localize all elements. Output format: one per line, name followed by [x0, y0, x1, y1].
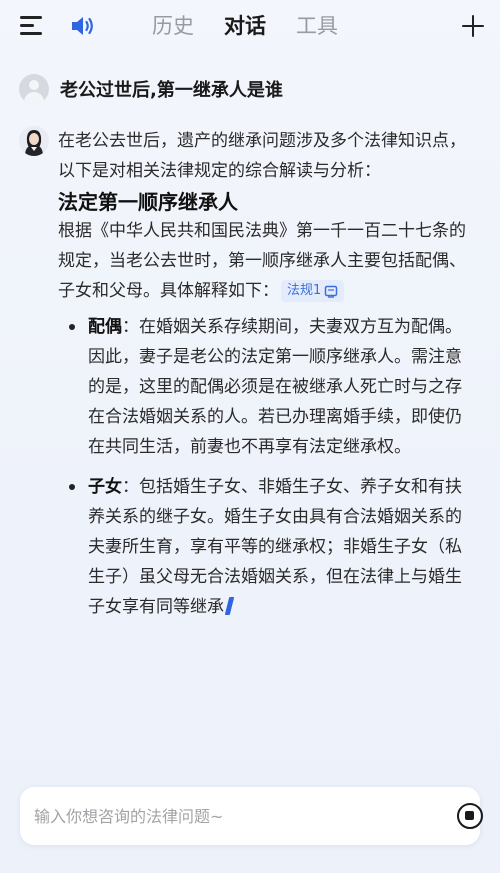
user-question: 老公过世后,第一继承人是谁	[60, 80, 283, 101]
list-item: 子女：包括婚生子女、非婚生子女、养子女和有扶养关系的继子女。婚生子女由具有合法婚…	[69, 472, 478, 622]
tab-tools[interactable]: 工具	[296, 10, 338, 42]
assistant-avatar	[19, 126, 49, 156]
tab-chat[interactable]: 对话	[224, 10, 266, 42]
top-bar: 历史 对话 工具	[0, 0, 500, 56]
law-reference-label: 法规1	[287, 283, 322, 298]
answer-paragraph-text: 根据《中华人民共和国民法典》第一千一百二十七条的规定，当老公去世时，第一顺序继承…	[58, 221, 466, 301]
assistant-answer: 在老公去世后，遗产的继承问题涉及多个法律知识点，以下是对相关法律规定的综合解读与…	[58, 126, 478, 632]
speaker-icon[interactable]	[70, 14, 96, 38]
answer-paragraph: 根据《中华人民共和国民法典》第一千一百二十七条的规定，当老公去世时，第一顺序继承…	[58, 216, 478, 306]
bullet-term: 配偶	[88, 317, 122, 337]
menu-icon[interactable]	[20, 15, 44, 37]
tab-history[interactable]: 历史	[152, 10, 194, 42]
answer-intro: 在老公去世后，遗产的继承问题涉及多个法律知识点，以下是对相关法律规定的综合解读与…	[58, 131, 466, 181]
law-reference-tag[interactable]: 法规1	[281, 280, 345, 302]
answer-heading: 法定第一顺序继承人	[58, 190, 238, 214]
chat-input-bar	[20, 787, 483, 845]
bullet-text: ：在婚姻关系存续期间，夫妻双方互为配偶。因此，妻子是老公的法定第一顺序继承人。需…	[88, 317, 462, 457]
typing-cursor	[224, 597, 235, 615]
stop-generation-button[interactable]	[457, 803, 483, 829]
user-avatar	[19, 74, 49, 104]
new-chat-plus-icon[interactable]	[462, 15, 484, 37]
bullet-term: 子女	[88, 477, 122, 497]
book-icon	[325, 285, 338, 298]
list-item: 配偶：在婚姻关系存续期间，夫妻双方互为配偶。因此，妻子是老公的法定第一顺序继承人…	[69, 312, 478, 462]
user-question-row: 老公过世后,第一继承人是谁	[19, 74, 283, 104]
question-input[interactable]	[34, 801, 414, 831]
tab-bar: 历史 对话 工具	[152, 10, 338, 42]
answer-bullet-list: 配偶：在婚姻关系存续期间，夫妻双方互为配偶。因此，妻子是老公的法定第一顺序继承人…	[58, 312, 478, 622]
bullet-text: ：包括婚生子女、非婚生子女、养子女和有扶养关系的继子女。婚生子女由具有合法婚姻关…	[88, 477, 462, 617]
